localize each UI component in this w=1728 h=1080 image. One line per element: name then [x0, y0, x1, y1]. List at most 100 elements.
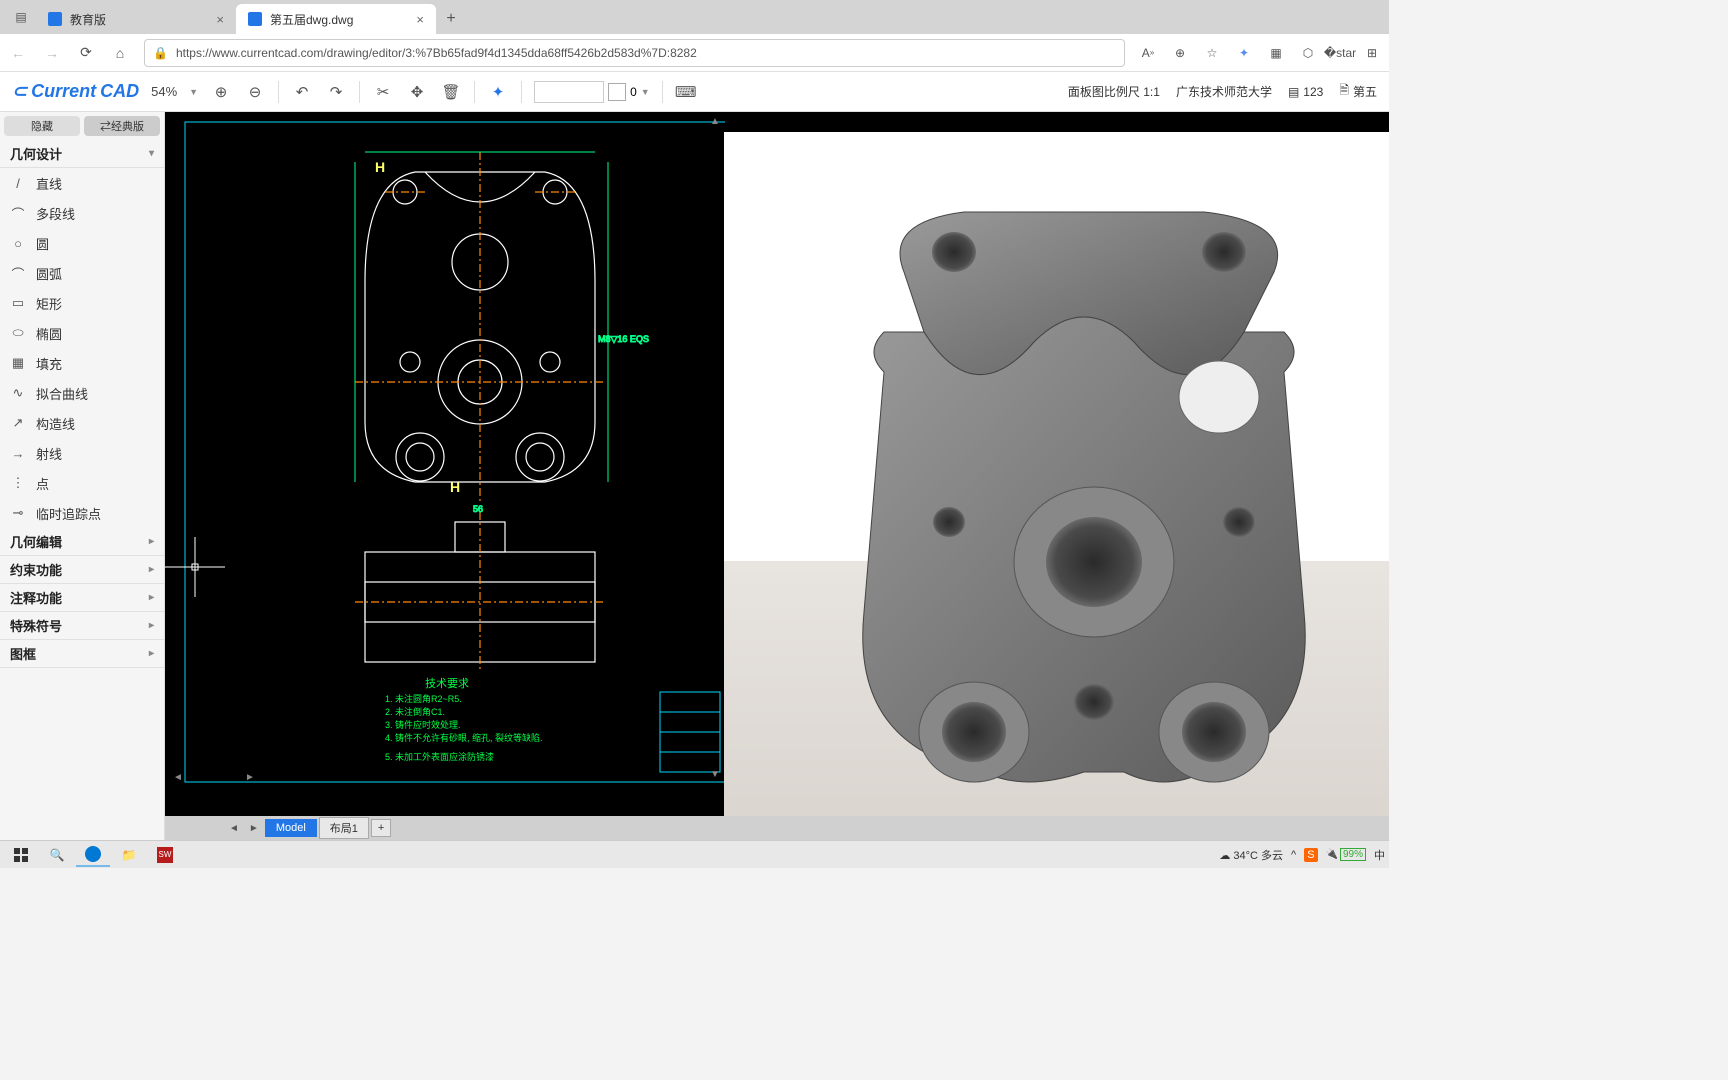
rectangle-icon: ▭: [10, 295, 26, 311]
svg-text:1. 未注圆角R2~R5.: 1. 未注圆角R2~R5.: [385, 693, 462, 704]
canvas-tab-add[interactable]: +: [371, 819, 391, 837]
undo-icon[interactable]: ↶: [291, 81, 313, 103]
browser-tab-strip: ▤ 教育版 × 第五届dwg.dwg × +: [0, 0, 1389, 34]
new-tab-button[interactable]: +: [436, 4, 466, 34]
app-logo: ⊂ CurrentCAD: [12, 81, 139, 102]
zoom-dropdown-icon[interactable]: ▼: [189, 87, 198, 97]
extensions-icon[interactable]: ⬡: [1299, 44, 1317, 62]
tray-chevron-icon[interactable]: ^: [1291, 849, 1296, 861]
tool-track[interactable]: ⊸临时追踪点: [0, 498, 164, 528]
layer-color-swatch[interactable]: [608, 83, 626, 101]
panel-annotation[interactable]: 注释功能 ▸: [0, 584, 164, 612]
chevron-down-icon: ▾: [149, 148, 154, 159]
app-toolbar: ⊂ CurrentCAD 54% ▼ ⊕ ⊖ ↶ ↷ ✂ ✥ 🗑 ✦ 0 ▼ ⌨…: [0, 72, 1389, 112]
tab-title: 第五届dwg.dwg: [270, 11, 353, 28]
chevron-right-icon: ▸: [149, 564, 154, 575]
windows-taskbar: 🔍 📁 SW ☁ 34°C 多云 ^ S 🔌 99% 中: [0, 840, 1389, 868]
move-icon[interactable]: ✥: [406, 81, 428, 103]
tool-circle[interactable]: ○圆: [0, 228, 164, 258]
browser-toolbar: ← → ⟳ ⌂ 🔒 https://www.currentcad.com/dra…: [0, 34, 1389, 72]
layer-value: 0: [630, 85, 637, 99]
svg-text:M8▽16 EQS: M8▽16 EQS: [598, 334, 649, 344]
browser-tab-1[interactable]: 第五届dwg.dwg ×: [236, 4, 436, 34]
tab-list-icon[interactable]: ▤: [6, 0, 36, 34]
panel-symbols[interactable]: 特殊符号 ▸: [0, 612, 164, 640]
org-label: 广东技术师范大学: [1176, 83, 1272, 100]
tab-scroll-left-icon[interactable]: ◄: [225, 823, 243, 834]
main-area: 隐藏 ⇄经典版 几何设计 ▾ /直线 ⌒多段线 ○圆 ⌒圆弧 ▭矩形 ⬭椭圆 ▦…: [0, 112, 1389, 840]
arc-icon: ⌒: [10, 265, 26, 281]
sogou-icon[interactable]: S: [1304, 848, 1317, 862]
panel-constraint[interactable]: 约束功能 ▸: [0, 556, 164, 584]
redo-icon[interactable]: ↷: [325, 81, 347, 103]
scale-label: 面板图比例尺 1:1: [1068, 83, 1160, 100]
cut-icon[interactable]: ✂: [372, 81, 394, 103]
panel-frame[interactable]: 图框 ▸: [0, 640, 164, 668]
panel-geometry-edit[interactable]: 几何编辑 ▸: [0, 528, 164, 556]
explorer-icon[interactable]: 📁: [112, 843, 146, 867]
tool-spline[interactable]: ∿拟合曲线: [0, 378, 164, 408]
start-button[interactable]: [4, 843, 38, 867]
back-button[interactable]: ←: [8, 43, 28, 63]
browser-tab-0[interactable]: 教育版 ×: [36, 4, 236, 34]
forward-button[interactable]: →: [42, 43, 62, 63]
battery-indicator[interactable]: 🔌 99%: [1326, 848, 1366, 861]
tool-line[interactable]: /直线: [0, 168, 164, 198]
home-button[interactable]: ⌂: [110, 43, 130, 63]
tool-fill[interactable]: ▦填充: [0, 348, 164, 378]
collections-icon[interactable]: ⊞: [1363, 44, 1381, 62]
close-icon[interactable]: ×: [416, 12, 424, 27]
chevron-right-icon: ▸: [149, 648, 154, 659]
tool-ray[interactable]: →射线: [0, 438, 164, 468]
tool-point[interactable]: ⋮点: [0, 468, 164, 498]
chevron-right-icon: ▸: [149, 536, 154, 547]
keyboard-icon[interactable]: ⌨: [675, 81, 697, 103]
zoom-icon[interactable]: ⊕: [1171, 44, 1189, 62]
refresh-button[interactable]: ⟳: [76, 43, 96, 63]
text-size-icon[interactable]: A»: [1139, 44, 1157, 62]
svg-text:技术要求: 技术要求: [425, 677, 469, 690]
edge-icon[interactable]: [76, 843, 110, 867]
canvas-tab-bar: ◄ ► Model 布局1 +: [165, 816, 1389, 840]
svg-text:◄: ◄: [173, 772, 183, 783]
zoom-out-icon[interactable]: ⊖: [244, 81, 266, 103]
star-icon[interactable]: ☆: [1203, 44, 1221, 62]
canvas-tab-layout1[interactable]: 布局1: [319, 817, 369, 839]
weather-widget[interactable]: ☁ 34°C 多云: [1219, 847, 1283, 863]
spline-icon: ∿: [10, 385, 26, 401]
tool-rectangle[interactable]: ▭矩形: [0, 288, 164, 318]
bird-icon[interactable]: ✦: [1235, 44, 1253, 62]
delete-icon[interactable]: 🗑: [440, 81, 462, 103]
circle-icon: ○: [10, 235, 26, 251]
grid-icon[interactable]: ▦: [1267, 44, 1285, 62]
hide-button[interactable]: 隐藏: [4, 116, 80, 136]
canvas-tab-model[interactable]: Model: [265, 819, 317, 837]
zoom-in-icon[interactable]: ⊕: [210, 81, 232, 103]
svg-text:▼: ▼: [710, 769, 720, 780]
svg-text:▲: ▲: [710, 116, 720, 127]
svg-text:3. 铸件应时效处理.: 3. 铸件应时效处理.: [385, 719, 461, 730]
drawing-canvas[interactable]: 56 M8▽16 EQS H H 技术要求 1. 未注圆角R2~R5. 2. 未…: [165, 112, 1389, 840]
sidebar: 隐藏 ⇄经典版 几何设计 ▾ /直线 ⌒多段线 ○圆 ⌒圆弧 ▭矩形 ⬭椭圆 ▦…: [0, 112, 165, 840]
tool-arc[interactable]: ⌒圆弧: [0, 258, 164, 288]
address-bar[interactable]: 🔒 https://www.currentcad.com/drawing/edi…: [144, 39, 1125, 67]
ray-icon: →: [10, 445, 26, 461]
svg-text:56: 56: [473, 504, 483, 514]
close-icon[interactable]: ×: [216, 12, 224, 27]
favorites-icon[interactable]: �star: [1331, 44, 1349, 62]
classic-button[interactable]: ⇄经典版: [84, 116, 160, 136]
svg-text:►: ►: [245, 772, 255, 783]
layer-name-input[interactable]: [534, 81, 604, 103]
search-icon[interactable]: 🔍: [40, 843, 74, 867]
tab-scroll-right-icon[interactable]: ►: [245, 823, 263, 834]
file-indicator: 🗎 第五: [1339, 81, 1377, 102]
tool-xline[interactable]: ↗构造线: [0, 408, 164, 438]
panel-geometry-design[interactable]: 几何设计 ▾: [0, 140, 164, 168]
tool-ellipse[interactable]: ⬭椭圆: [0, 318, 164, 348]
ime-icon[interactable]: 中: [1374, 847, 1385, 863]
layer-control: 0 ▼: [534, 81, 650, 103]
magic-icon[interactable]: ✦: [487, 81, 509, 103]
solidworks-icon[interactable]: SW: [148, 843, 182, 867]
layer-dropdown-icon[interactable]: ▼: [641, 87, 650, 97]
tool-polyline[interactable]: ⌒多段线: [0, 198, 164, 228]
